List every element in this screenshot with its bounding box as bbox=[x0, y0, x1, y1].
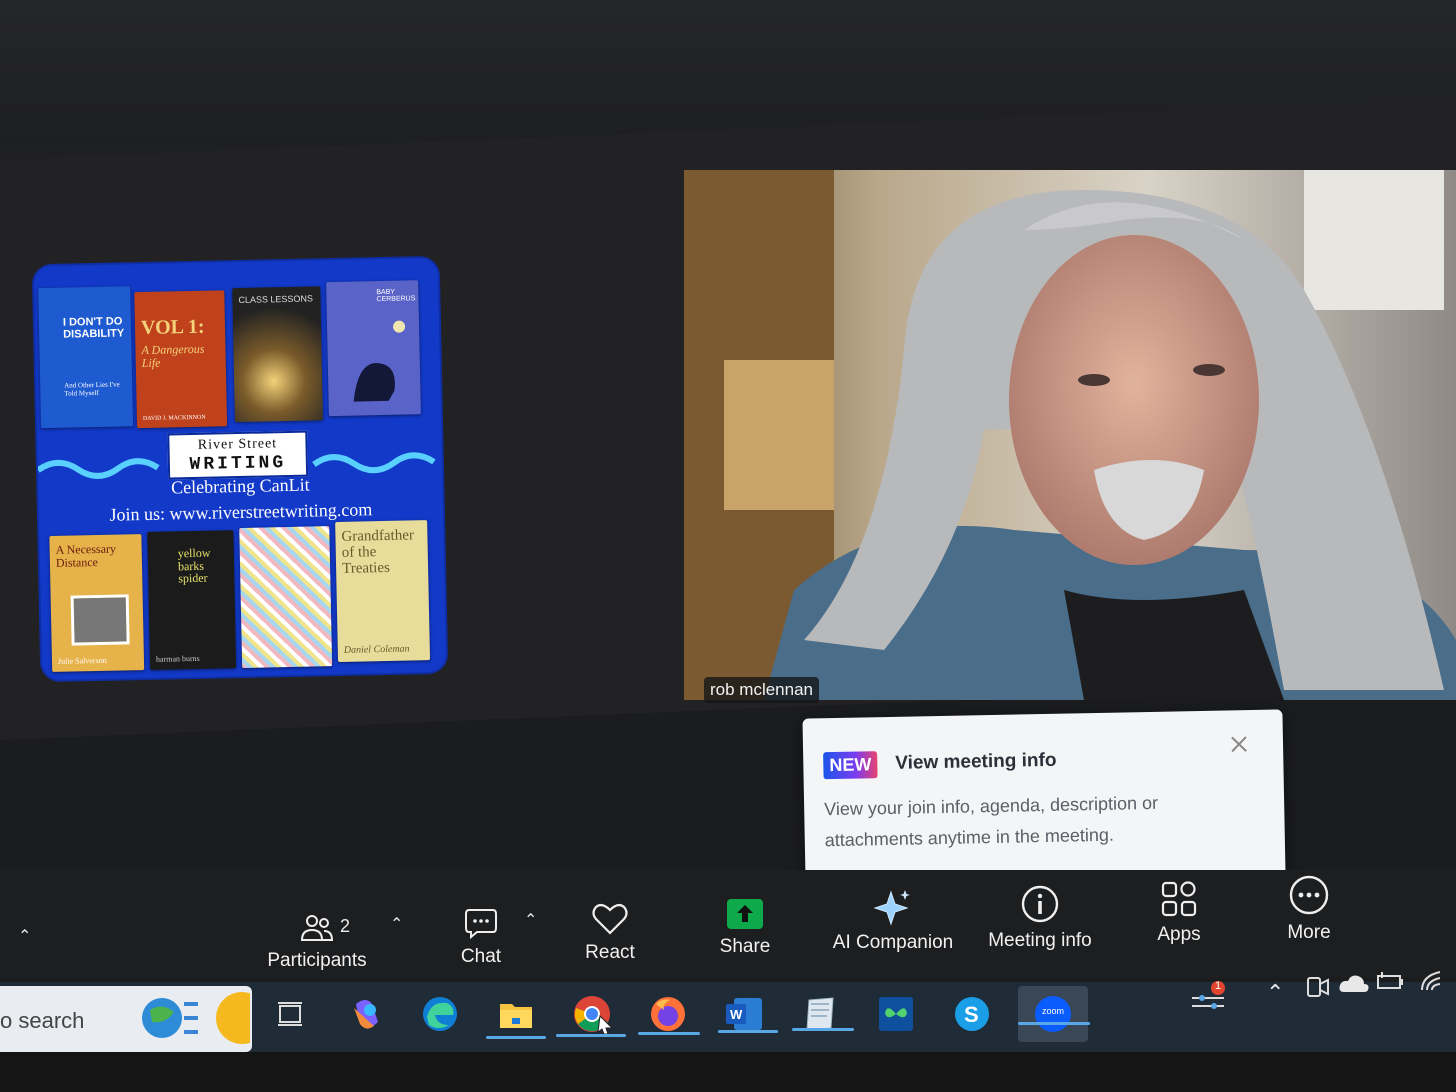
taskbar-search-box[interactable]: o search bbox=[0, 986, 252, 1052]
book-cover: I DON'T DO DISABILITY And Other Lies I'v… bbox=[38, 286, 134, 429]
share-button[interactable]: Share bbox=[710, 898, 780, 958]
search-highlight-icon bbox=[142, 992, 250, 1044]
tooltip-title: View meeting info bbox=[895, 749, 1057, 774]
participant-video[interactable] bbox=[684, 170, 1456, 700]
apps-icon bbox=[1161, 881, 1197, 917]
river-street-logo: River Street WRITING bbox=[167, 430, 309, 480]
book-cover: yellow barks spider harman burns bbox=[147, 530, 237, 670]
notification-center-button[interactable]: 1 bbox=[1188, 980, 1230, 1021]
book-title: yellow barks spider bbox=[177, 545, 211, 586]
book-title: A Necessary Distance bbox=[55, 541, 117, 570]
apps-button[interactable]: Apps bbox=[1146, 880, 1212, 946]
apps-label: Apps bbox=[1157, 924, 1201, 945]
close-icon[interactable] bbox=[1227, 732, 1251, 756]
edge-browser-icon[interactable] bbox=[412, 986, 468, 1042]
video-frame-image bbox=[684, 170, 1456, 700]
svg-text:W: W bbox=[730, 1007, 743, 1022]
chevron-up-icon[interactable]: ⌃ bbox=[18, 926, 31, 946]
wifi-icon[interactable] bbox=[1418, 968, 1446, 999]
task-view-icon[interactable] bbox=[262, 986, 318, 1042]
more-label: More bbox=[1287, 922, 1331, 943]
participants-count: 2 bbox=[340, 916, 351, 936]
notepad-app-icon[interactable] bbox=[792, 986, 848, 1042]
book-cover: A Necessary Distance Julie Salverson bbox=[49, 534, 145, 672]
book-title: VOL 1: bbox=[140, 315, 205, 340]
participants-label: Participants bbox=[267, 950, 367, 971]
book-author: DAVID J. MACKINNON bbox=[142, 414, 206, 423]
participants-options-chevron-icon[interactable]: ⌃ bbox=[390, 914, 403, 934]
more-icon bbox=[1289, 875, 1329, 915]
book-author: Daniel Coleman bbox=[343, 643, 410, 656]
book-title: Grandfather of the Treaties bbox=[341, 527, 415, 577]
book-author: harman burns bbox=[155, 653, 200, 664]
shared-poster-tile: I DON'T DO DISABILITY And Other Lies I'v… bbox=[33, 257, 447, 681]
photos-app-icon[interactable] bbox=[868, 986, 924, 1042]
svg-text:S: S bbox=[964, 1002, 979, 1027]
meeting-info-tooltip: NEW View meeting info View your join inf… bbox=[802, 709, 1286, 887]
more-button[interactable]: More bbox=[1276, 874, 1342, 944]
react-label: React bbox=[585, 942, 635, 963]
book-cover bbox=[239, 526, 333, 668]
cat-illustration-icon bbox=[353, 320, 406, 402]
brand-line2: WRITING bbox=[189, 453, 287, 476]
taskbar-running-indicator bbox=[1018, 1022, 1090, 1025]
photo-icon bbox=[70, 594, 130, 646]
zoom-app-icon[interactable]: zoom bbox=[1018, 986, 1088, 1042]
chat-icon bbox=[465, 909, 497, 940]
show-hidden-icons-chevron-icon[interactable]: ⌃ bbox=[1266, 980, 1284, 1006]
monitor-bottom-bezel bbox=[0, 1052, 1456, 1092]
chat-label: Chat bbox=[460, 946, 502, 967]
react-button[interactable]: React bbox=[574, 902, 646, 964]
meeting-info-label: Meeting info bbox=[988, 930, 1092, 951]
book-cover: CLASS LESSONS bbox=[232, 286, 323, 423]
tooltip-body: View your join info, agenda, description… bbox=[824, 792, 1159, 851]
share-label: Share bbox=[719, 936, 771, 957]
ai-companion-button[interactable]: AI Companion bbox=[828, 888, 958, 954]
book-title: CLASS LESSONS bbox=[238, 293, 314, 305]
participant-name-label: rob mclennan bbox=[704, 677, 820, 703]
book-subtitle: A Dangerous Life bbox=[141, 341, 205, 370]
skype-app-icon[interactable]: S bbox=[944, 986, 1000, 1042]
share-screen-icon bbox=[727, 899, 763, 929]
book-cover: VOL 1: A Dangerous Life DAVID J. MACKINN… bbox=[134, 290, 228, 429]
meet-now-icon[interactable] bbox=[1304, 974, 1332, 1005]
book-title: I DON'T DO DISABILITY bbox=[62, 315, 125, 341]
book-cover: BABY CERBERUS bbox=[326, 280, 421, 417]
onedrive-cloud-icon[interactable] bbox=[1338, 972, 1370, 999]
taskbar-running-indicator bbox=[638, 1032, 700, 1035]
taskbar-running-indicator bbox=[556, 1034, 626, 1037]
new-badge: NEW bbox=[823, 751, 878, 780]
participants-button[interactable]: Participants bbox=[262, 912, 372, 972]
meeting-info-button[interactable]: Meeting info bbox=[980, 884, 1100, 952]
info-icon bbox=[1021, 885, 1059, 923]
book-title bbox=[245, 534, 323, 536]
book-cover: Grandfather of the Treaties Daniel Colem… bbox=[335, 520, 431, 662]
chat-button[interactable]: Chat bbox=[446, 906, 516, 968]
taskbar-running-indicator bbox=[486, 1036, 546, 1039]
battery-icon[interactable] bbox=[1376, 970, 1406, 997]
chat-options-chevron-icon[interactable]: ⌃ bbox=[524, 910, 537, 930]
search-placeholder: o search bbox=[0, 1008, 85, 1033]
notification-badge: 1 bbox=[1214, 980, 1222, 992]
taskbar-running-indicator bbox=[718, 1030, 778, 1033]
book-author: Julie Salverson bbox=[57, 655, 107, 666]
ai-companion-label: AI Companion bbox=[832, 932, 954, 953]
word-app-icon[interactable]: W bbox=[716, 986, 772, 1042]
sparkle-icon bbox=[873, 890, 910, 926]
file-explorer-icon[interactable] bbox=[488, 986, 544, 1042]
participants-icon bbox=[300, 915, 334, 941]
copilot-icon[interactable] bbox=[338, 986, 394, 1042]
book-subtitle: And Other Lies I've Told Myself bbox=[64, 380, 120, 398]
heart-icon bbox=[592, 903, 628, 935]
taskbar-running-indicator bbox=[792, 1028, 854, 1031]
zoom-app-label: zoom bbox=[1041, 1006, 1064, 1016]
